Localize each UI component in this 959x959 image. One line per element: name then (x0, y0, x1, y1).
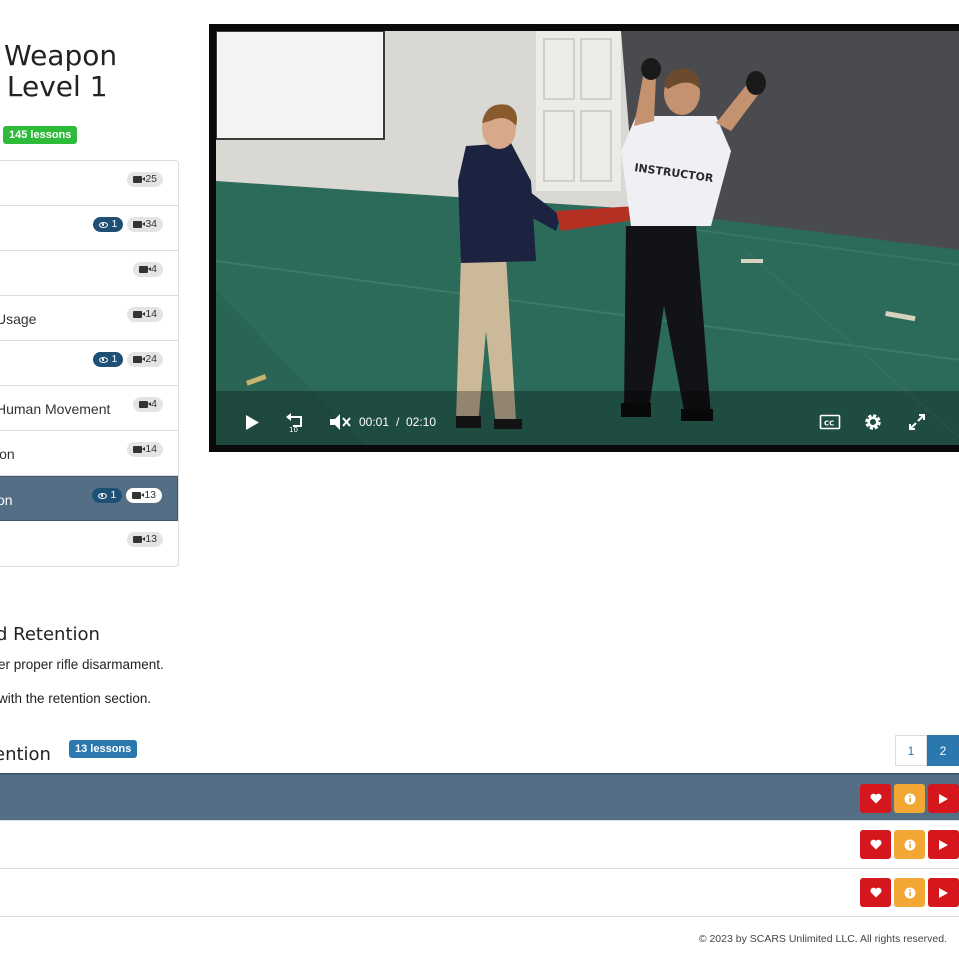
video-camera-icon (133, 311, 146, 318)
module-item[interactable]: on 1 13 (0, 476, 178, 521)
lesson-row[interactable] (0, 821, 959, 869)
video-controls: 10 00:01 / 02:10 CC (216, 401, 959, 445)
views-count: 1 (111, 218, 118, 230)
play-icon (939, 839, 948, 850)
videos-count: 4 (151, 263, 157, 275)
videos-badge: 4 (133, 262, 163, 277)
course-title: o Weapon t Level 1 (0, 40, 190, 102)
views-badge: 1 (93, 217, 124, 232)
closed-captions-icon[interactable]: CC (819, 413, 841, 434)
heart-icon (869, 793, 882, 804)
video-player[interactable]: INSTRUCTOR 10 00:01 / 02:10 CC (209, 24, 959, 452)
videos-badge: 14 (127, 442, 163, 457)
videos-badge: 25 (127, 172, 163, 187)
eye-icon (99, 356, 109, 363)
views-count: 1 (111, 353, 118, 365)
play-lesson-button[interactable] (928, 784, 959, 813)
page-button-2[interactable]: 2 (927, 735, 959, 766)
heart-icon (869, 887, 882, 898)
video-frame-image[interactable]: INSTRUCTOR (216, 31, 959, 445)
current-time: 00:01 (359, 415, 390, 429)
videos-badge: 13 (126, 488, 162, 503)
videos-count: 14 (145, 443, 157, 455)
settings-gear-icon[interactable] (863, 412, 883, 435)
lesson-description-2: with the retention section. (0, 691, 152, 706)
pagination: 1 2 (895, 735, 959, 766)
info-button[interactable] (894, 830, 925, 859)
video-camera-icon (139, 401, 152, 408)
section-lessons-badge: 13 lessons (69, 740, 138, 758)
course-title-line2: t Level 1 (0, 70, 108, 103)
videos-count: 25 (145, 173, 157, 185)
videos-count: 13 (145, 533, 157, 545)
videos-badge: 34 (127, 217, 163, 232)
videos-count: 24 (145, 353, 157, 365)
lesson-heading: d Retention (0, 624, 100, 645)
video-camera-icon (132, 492, 145, 499)
footer-copyright: © 2023 by SCARS Unlimited LLC. All right… (698, 933, 947, 945)
heart-icon (869, 839, 882, 850)
videos-count: 14 (145, 308, 157, 320)
eye-icon (98, 492, 108, 499)
video-camera-icon (133, 356, 146, 363)
video-camera-icon (133, 536, 146, 543)
module-item[interactable]: ion 14 (0, 431, 178, 476)
play-icon (939, 887, 948, 898)
lesson-row[interactable] (0, 773, 959, 821)
video-camera-icon (133, 221, 146, 228)
module-label: Human Movement (0, 401, 111, 417)
eye-icon (99, 221, 109, 228)
views-badge: 1 (92, 488, 123, 503)
time-separator: / (396, 415, 400, 429)
videos-badge: 24 (127, 352, 163, 367)
videos-badge: 4 (133, 397, 163, 412)
info-button[interactable] (894, 878, 925, 907)
video-camera-icon (139, 266, 152, 273)
rewind-10-icon[interactable]: 10 (284, 411, 306, 436)
lesson-description-1: er proper rifle disarmament. (0, 657, 164, 672)
course-title-line1: o Weapon (0, 39, 118, 72)
info-icon (904, 793, 915, 804)
section-heading: ention (0, 744, 51, 765)
mute-icon[interactable] (329, 413, 351, 434)
video-camera-icon (133, 176, 146, 183)
play-icon[interactable] (244, 414, 260, 434)
info-button[interactable] (894, 784, 925, 813)
module-item[interactable]: Human Movement 4 (0, 386, 178, 431)
play-lesson-button[interactable] (928, 878, 959, 907)
svg-text:10: 10 (289, 426, 298, 433)
videos-count: 4 (151, 398, 157, 410)
videos-count: 13 (144, 489, 156, 501)
module-label: ion (0, 446, 15, 462)
svg-text:CC: CC (824, 420, 834, 428)
favorite-button[interactable] (860, 784, 891, 813)
page-button-1[interactable]: 1 (895, 735, 927, 766)
favorite-button[interactable] (860, 878, 891, 907)
module-item[interactable]: Usage 14 (0, 296, 178, 341)
views-count: 1 (110, 489, 117, 501)
module-item[interactable]: 25 (0, 161, 178, 206)
fullscreen-icon[interactable] (908, 413, 926, 434)
duration: 02:10 (406, 415, 437, 429)
lesson-row[interactable] (0, 869, 959, 917)
video-camera-icon (133, 446, 146, 453)
info-icon (904, 887, 915, 898)
course-lessons-badge: 145 lessons (3, 126, 78, 144)
play-icon (939, 793, 948, 804)
videos-badge: 13 (127, 532, 163, 547)
videos-count: 34 (145, 218, 157, 230)
module-label: on (0, 492, 13, 508)
views-badge: 1 (93, 352, 124, 367)
module-item[interactable]: 4 (0, 251, 178, 296)
module-label: Usage (0, 311, 37, 327)
videos-badge: 14 (127, 307, 163, 322)
module-list: 251344Usage14124Human Movement4ion14on11… (0, 160, 179, 567)
module-item[interactable]: 13 (0, 521, 178, 566)
module-item[interactable]: 1 34 (0, 206, 178, 251)
info-icon (904, 839, 915, 850)
favorite-button[interactable] (860, 830, 891, 859)
play-lesson-button[interactable] (928, 830, 959, 859)
module-item[interactable]: 1 24 (0, 341, 178, 386)
